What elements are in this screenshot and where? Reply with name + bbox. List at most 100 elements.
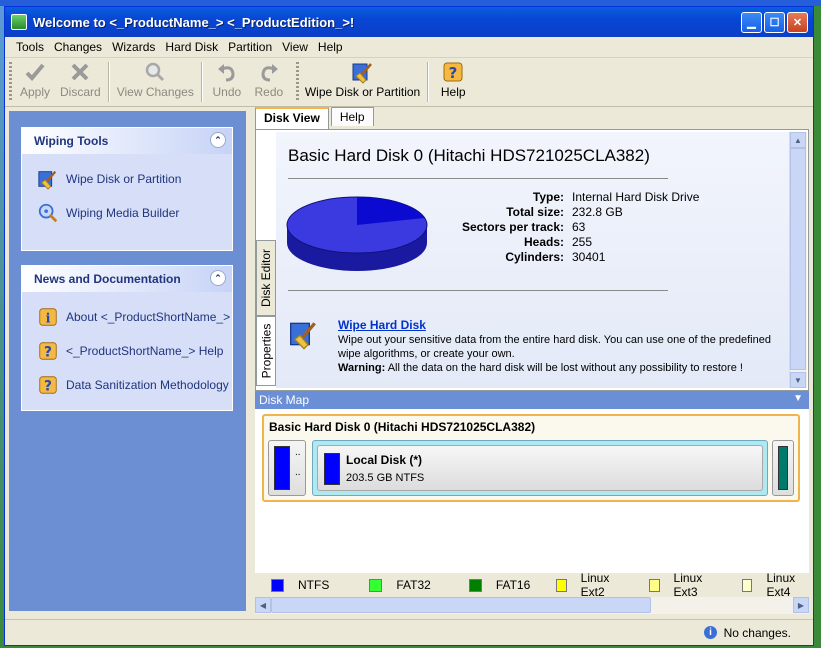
- sidebar-item-label: <_ProductShortName_> Help: [66, 344, 224, 358]
- magnifier-icon: [143, 60, 167, 84]
- menu-tools[interactable]: Tools: [11, 40, 49, 54]
- disk-map-title: Disk Map: [259, 393, 310, 407]
- discard-button[interactable]: Discard: [56, 58, 105, 101]
- info-value: 232.8 GB: [572, 205, 623, 219]
- title-bar[interactable]: Welcome to <_ProductName_> <_ProductEdit…: [5, 7, 813, 37]
- info-key: Heads:: [523, 235, 564, 249]
- legend-ext2: Linux Ext2: [556, 571, 623, 599]
- menu-help[interactable]: Help: [313, 40, 348, 54]
- legend-fat16: FAT16: [468, 578, 530, 592]
- partition-size: 203.5 GB NTFS: [346, 472, 425, 484]
- scroll-right-icon[interactable]: ▶: [793, 597, 809, 613]
- tab-properties-label: Properties: [259, 323, 274, 379]
- disk-map-disk[interactable]: Basic Hard Disk 0 (Hitachi HDS721025CLA3…: [262, 414, 800, 502]
- minimize-button[interactable]: ▁: [741, 12, 762, 33]
- chevron-down-icon[interactable]: ▼: [793, 393, 803, 404]
- redo-label: Redo: [254, 85, 284, 99]
- view-changes-button[interactable]: View Changes: [113, 58, 198, 101]
- partition-small[interactable]: .. ..: [268, 440, 306, 496]
- properties-scrollbar[interactable]: ▲ ▼: [789, 132, 807, 388]
- warning-text: All the data on the hard disk will be lo…: [387, 362, 743, 374]
- toolbar-separator: [200, 62, 203, 102]
- sidebar-item-media-builder[interactable]: Wiping Media Builder: [22, 196, 232, 230]
- sidebar-item-label: About <_ProductShortName_>: [66, 310, 231, 324]
- window-title: Welcome to <_ProductName_> <_ProductEdit…: [33, 14, 355, 30]
- warning-label: Warning:: [338, 362, 386, 374]
- task-sidebar: Wiping Tools ⌃ Wipe Disk or Partition Wi…: [9, 111, 246, 611]
- wipe-hard-disk-link[interactable]: Wipe Hard Disk: [338, 318, 426, 332]
- undo-arrow-icon: [215, 60, 239, 84]
- info-key: Cylinders:: [505, 250, 564, 264]
- collapse-chevron-icon[interactable]: ⌃: [210, 132, 226, 148]
- scroll-thumb[interactable]: [271, 597, 651, 613]
- legend-label: Linux Ext3: [673, 571, 703, 599]
- scroll-down-icon[interactable]: ▼: [790, 372, 806, 388]
- legend-label: Linux Ext2: [580, 571, 610, 599]
- collapse-chevron-icon[interactable]: ⌃: [210, 270, 226, 286]
- partition-local-disk[interactable]: Local Disk (*) 203.5 GB NTFS: [312, 440, 768, 496]
- menu-view[interactable]: View: [277, 40, 313, 54]
- maximize-button[interactable]: ☐: [764, 12, 785, 33]
- help-question-icon: ?: [36, 339, 60, 363]
- window-controls: ▁ ☐ ✕: [741, 12, 808, 33]
- toolbar-grip[interactable]: [9, 62, 12, 102]
- sidebar-item-wipe-disk[interactable]: Wipe Disk or Partition: [22, 162, 232, 196]
- tab-properties[interactable]: Properties: [256, 316, 276, 386]
- vertical-tabs: Disk Editor Properties: [256, 240, 276, 386]
- info-icon: i: [704, 626, 717, 639]
- info-value: 255: [572, 235, 593, 249]
- legend-ntfs: NTFS: [271, 578, 329, 592]
- menu-changes[interactable]: Changes: [49, 40, 107, 54]
- menu-hard-disk[interactable]: Hard Disk: [160, 40, 223, 54]
- scroll-up-icon[interactable]: ▲: [790, 132, 806, 148]
- sidebar-item-label: Data Sanitization Methodology: [66, 378, 229, 392]
- wipe-disk-button[interactable]: Wipe Disk or Partition: [301, 58, 424, 101]
- menu-partition[interactable]: Partition: [223, 40, 277, 54]
- undo-button[interactable]: Undo: [206, 58, 248, 101]
- info-key: Total size:: [506, 205, 564, 219]
- sidebar-item-help[interactable]: ? <_ProductShortName_> Help: [22, 334, 232, 368]
- svg-text:?: ?: [449, 64, 458, 82]
- scroll-left-icon[interactable]: ◀: [255, 597, 271, 613]
- close-button[interactable]: ✕: [787, 12, 808, 33]
- partition-name: Local Disk (*): [346, 453, 423, 467]
- help-button[interactable]: ? Help: [432, 58, 474, 101]
- tab-disk-editor-label: Disk Editor: [259, 248, 274, 308]
- menu-wizards[interactable]: Wizards: [107, 40, 160, 54]
- tab-disk-editor[interactable]: Disk Editor: [256, 240, 276, 316]
- sidebar-item-label: Wipe Disk or Partition: [66, 172, 182, 186]
- tab-disk-view[interactable]: Disk View: [255, 107, 329, 129]
- info-row-cylinders: Cylinders: 30401: [436, 250, 736, 265]
- info-row-heads: Heads: 255: [436, 235, 736, 250]
- wiping-tools-header[interactable]: Wiping Tools ⌃: [22, 128, 232, 154]
- sidebar-item-about[interactable]: i About <_ProductShortName_>: [22, 300, 232, 334]
- horizontal-scrollbar[interactable]: ◀ ▶: [255, 597, 809, 614]
- info-value: Internal Hard Disk Drive: [572, 190, 700, 204]
- sidebar-item-methodology[interactable]: ? Data Sanitization Methodology: [22, 368, 232, 402]
- toolbar: Apply Discard View Changes Undo Redo Wip…: [5, 58, 813, 107]
- toolbar-grip[interactable]: [295, 62, 299, 102]
- legend-swatch: [468, 578, 482, 592]
- redo-button[interactable]: Redo: [248, 58, 290, 101]
- partition-inner: Local Disk (*) 203.5 GB NTFS: [317, 445, 763, 491]
- help-question-icon: ?: [36, 373, 60, 397]
- media-builder-icon: [36, 201, 60, 225]
- info-key: Sectors per track:: [461, 220, 564, 234]
- status-text: No changes.: [723, 626, 791, 640]
- divider: [288, 290, 668, 291]
- disk-pie-chart: [286, 196, 428, 271]
- wiping-tools-title: Wiping Tools: [34, 134, 109, 148]
- view-changes-label: View Changes: [116, 85, 194, 99]
- info-icon: i: [36, 305, 60, 329]
- disk-map-header[interactable]: Disk Map ▼: [255, 391, 809, 409]
- scroll-thumb[interactable]: [790, 148, 806, 370]
- info-value: 30401: [572, 250, 606, 264]
- apply-button[interactable]: Apply: [14, 58, 56, 101]
- news-header[interactable]: News and Documentation ⌃: [22, 266, 232, 292]
- news-panel: News and Documentation ⌃ i About <_Produ…: [21, 265, 233, 411]
- partition-small-label: ..: [295, 447, 301, 458]
- sidebar-item-label: Wiping Media Builder: [66, 206, 180, 220]
- tab-help[interactable]: Help: [330, 107, 374, 126]
- partition-right[interactable]: [772, 440, 794, 496]
- undo-label: Undo: [212, 85, 242, 99]
